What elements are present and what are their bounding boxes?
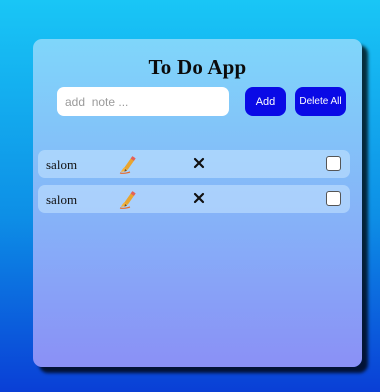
add-button[interactable]: Add (245, 87, 286, 116)
todo-item: salom (38, 185, 350, 213)
todo-app-card: To Do App Add Delete All salom (33, 39, 362, 367)
todo-text: salom (46, 192, 78, 207)
pencil-edit-icon[interactable] (118, 188, 142, 210)
todo-checkbox[interactable] (326, 191, 341, 206)
delete-all-button[interactable]: Delete All (295, 87, 346, 116)
close-x-icon[interactable] (192, 156, 206, 170)
close-x-icon[interactable] (192, 191, 206, 205)
todo-list: salom salom (38, 150, 350, 220)
note-input[interactable] (57, 87, 229, 116)
todo-text: salom (46, 157, 78, 172)
pencil-edit-icon[interactable] (118, 153, 142, 175)
todo-checkbox[interactable] (326, 156, 341, 171)
todo-item: salom (38, 150, 350, 178)
app-title: To Do App (148, 55, 247, 79)
